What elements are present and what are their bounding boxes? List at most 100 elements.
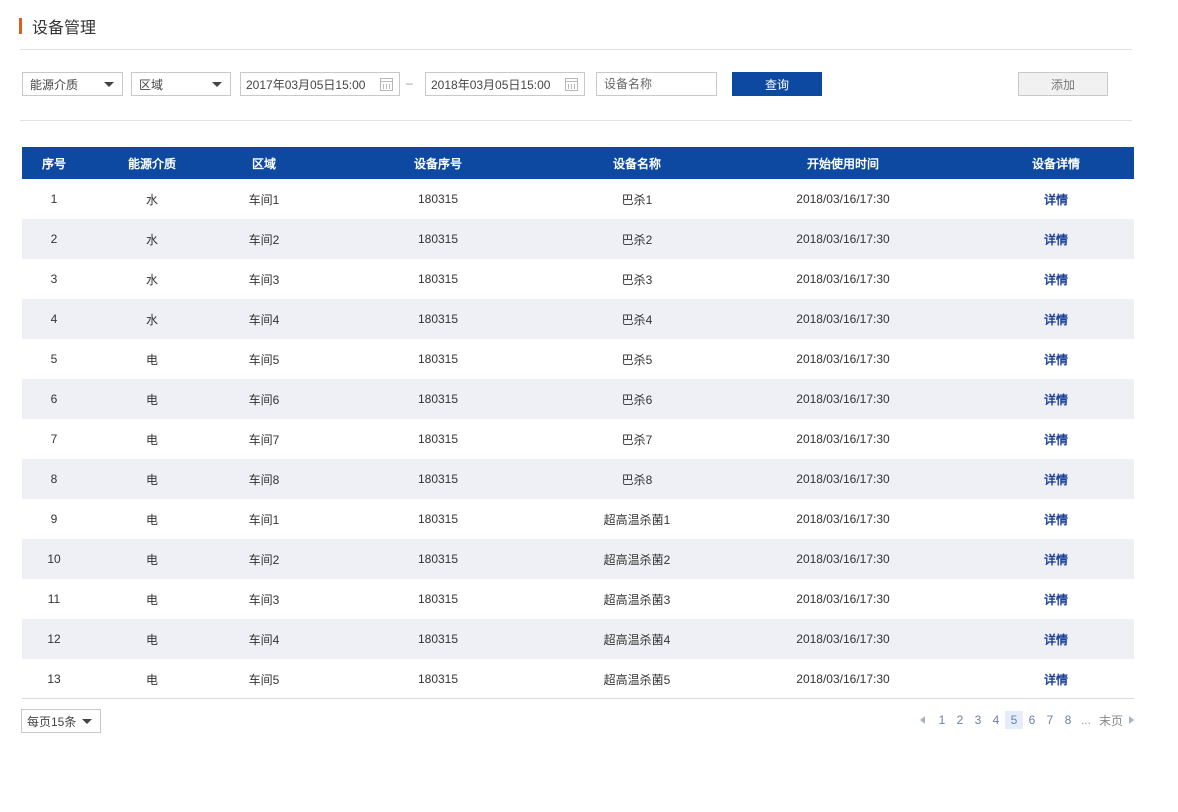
table-row: 13 电 车间5 180315 超高温杀菌5 2018/03/16/17:30 详情 (22, 659, 1134, 699)
cell-device-name: 巴杀7 (621, 432, 653, 447)
pagination-ellipsis: ... (1080, 713, 1091, 727)
cell-index: 13 (47, 672, 61, 686)
cell-device-serial: 180315 (417, 312, 459, 326)
calendar-icon[interactable] (565, 77, 578, 91)
title-accent-bar (19, 18, 22, 34)
cell-start-time: 2018/03/16/17:30 (796, 432, 890, 446)
previous-page-icon[interactable] (919, 716, 925, 724)
cell-area: 车间5 (248, 672, 280, 687)
last-page-button[interactable]: 末页 (1099, 712, 1123, 729)
cell-device-name: 超高温杀菌3 (603, 592, 671, 607)
column-header-area: 区域 (251, 156, 276, 171)
cell-start-time: 2018/03/16/17:30 (796, 672, 890, 686)
cell-start-time: 2018/03/16/17:30 (796, 552, 890, 566)
cell-device-name: 巴杀4 (621, 312, 653, 327)
detail-link[interactable]: 详情 (978, 631, 1134, 648)
cell-area: 车间7 (248, 432, 280, 447)
cell-device-serial: 180315 (417, 392, 459, 406)
page-number[interactable]: 4 (987, 711, 1005, 729)
detail-link[interactable]: 详情 (978, 511, 1134, 528)
cell-start-time: 2018/03/16/17:30 (796, 592, 890, 606)
cell-area: 车间5 (248, 352, 280, 367)
energy-medium-select[interactable]: 能源介质 (22, 72, 123, 96)
area-select[interactable]: 区域 (131, 72, 231, 96)
cell-area: 车间1 (248, 512, 280, 527)
filter-divider (20, 120, 1132, 121)
detail-link[interactable]: 详情 (978, 391, 1134, 408)
cell-area: 车间3 (248, 272, 280, 287)
header-divider (20, 49, 1132, 50)
chevron-down-icon (104, 81, 114, 87)
page-number[interactable]: 6 (1023, 711, 1041, 729)
page-number[interactable]: 7 (1041, 711, 1059, 729)
table-row: 3 水 车间3 180315 巴杀3 2018/03/16/17:30 详情 (22, 259, 1134, 299)
cell-area: 车间2 (248, 232, 280, 247)
page-number[interactable]: 5 (1004, 711, 1023, 729)
column-header-index: 序号 (41, 156, 66, 171)
detail-link[interactable]: 详情 (978, 551, 1134, 568)
cell-device-serial: 180315 (417, 432, 459, 446)
detail-link[interactable]: 详情 (978, 471, 1134, 488)
table-row: 6 电 车间6 180315 巴杀6 2018/03/16/17:30 详情 (22, 379, 1134, 419)
detail-link[interactable]: 详情 (978, 591, 1134, 608)
query-button[interactable]: 查询 (732, 72, 822, 96)
table-bottom-border (22, 698, 1134, 699)
cell-energy: 电 (145, 432, 158, 447)
cell-device-serial: 180315 (417, 632, 459, 646)
chevron-down-icon (82, 718, 92, 724)
cell-energy: 水 (145, 192, 158, 207)
cell-energy: 水 (145, 312, 158, 327)
detail-link[interactable]: 详情 (978, 231, 1134, 248)
cell-device-serial: 180315 (417, 352, 459, 366)
detail-link[interactable]: 详情 (978, 271, 1134, 288)
table-row: 10 电 车间2 180315 超高温杀菌2 2018/03/16/17:30 详情 (22, 539, 1134, 579)
start-date-picker[interactable]: 2017年03月05日15:00 (240, 72, 400, 96)
cell-start-time: 2018/03/16/17:30 (796, 472, 890, 486)
cell-device-name: 巴杀5 (621, 352, 653, 367)
page-number[interactable]: 8 (1059, 711, 1077, 729)
cell-index: 3 (50, 272, 58, 286)
detail-link[interactable]: 详情 (978, 191, 1134, 208)
column-header-energy: 能源介质 (127, 156, 176, 171)
cell-start-time: 2018/03/16/17:30 (796, 392, 890, 406)
detail-link[interactable]: 详情 (978, 431, 1134, 448)
page-number[interactable]: 2 (951, 711, 969, 729)
column-header-device-name: 设备名称 (612, 156, 661, 171)
table-row: 11 电 车间3 180315 超高温杀菌3 2018/03/16/17:30 详情 (22, 579, 1134, 619)
cell-energy: 电 (145, 392, 158, 407)
cell-start-time: 2018/03/16/17:30 (796, 272, 890, 286)
cell-index: 7 (50, 432, 58, 446)
area-select-value: 区域 (139, 77, 164, 92)
detail-link[interactable]: 详情 (978, 671, 1134, 688)
pagination: 12345678 ... 末页 (919, 711, 1134, 729)
cell-device-serial: 180315 (417, 592, 459, 606)
cell-start-time: 2018/03/16/17:30 (796, 632, 890, 646)
date-range-separator: – (406, 76, 413, 90)
device-name-input[interactable] (596, 72, 717, 96)
cell-index: 10 (47, 552, 61, 566)
cell-device-name: 巴杀3 (621, 272, 653, 287)
cell-device-name: 超高温杀菌4 (603, 632, 671, 647)
cell-device-serial: 180315 (417, 672, 459, 686)
cell-energy: 电 (145, 592, 158, 607)
add-button[interactable]: 添加 (1018, 72, 1108, 96)
cell-start-time: 2018/03/16/17:30 (796, 192, 890, 206)
page-header: 设备管理 (19, 14, 96, 38)
detail-link[interactable]: 详情 (978, 311, 1134, 328)
next-page-icon[interactable] (1129, 716, 1134, 724)
cell-device-serial: 180315 (417, 552, 459, 566)
table-row: 9 电 车间1 180315 超高温杀菌1 2018/03/16/17:30 详情 (22, 499, 1134, 539)
page-number[interactable]: 3 (969, 711, 987, 729)
column-header-detail: 设备详情 (1031, 156, 1080, 171)
end-date-picker[interactable]: 2018年03月05日15:00 (425, 72, 585, 96)
cell-index: 8 (50, 472, 58, 486)
detail-link[interactable]: 详情 (978, 351, 1134, 368)
cell-device-name: 巴杀1 (621, 192, 653, 207)
page-numbers: 12345678 (933, 711, 1077, 729)
chevron-down-icon (212, 81, 222, 87)
page-size-select[interactable]: 每页15条 (21, 709, 101, 733)
page-number[interactable]: 1 (933, 711, 951, 729)
cell-device-serial: 180315 (417, 272, 459, 286)
cell-energy: 电 (145, 632, 158, 647)
calendar-icon[interactable] (380, 77, 393, 91)
